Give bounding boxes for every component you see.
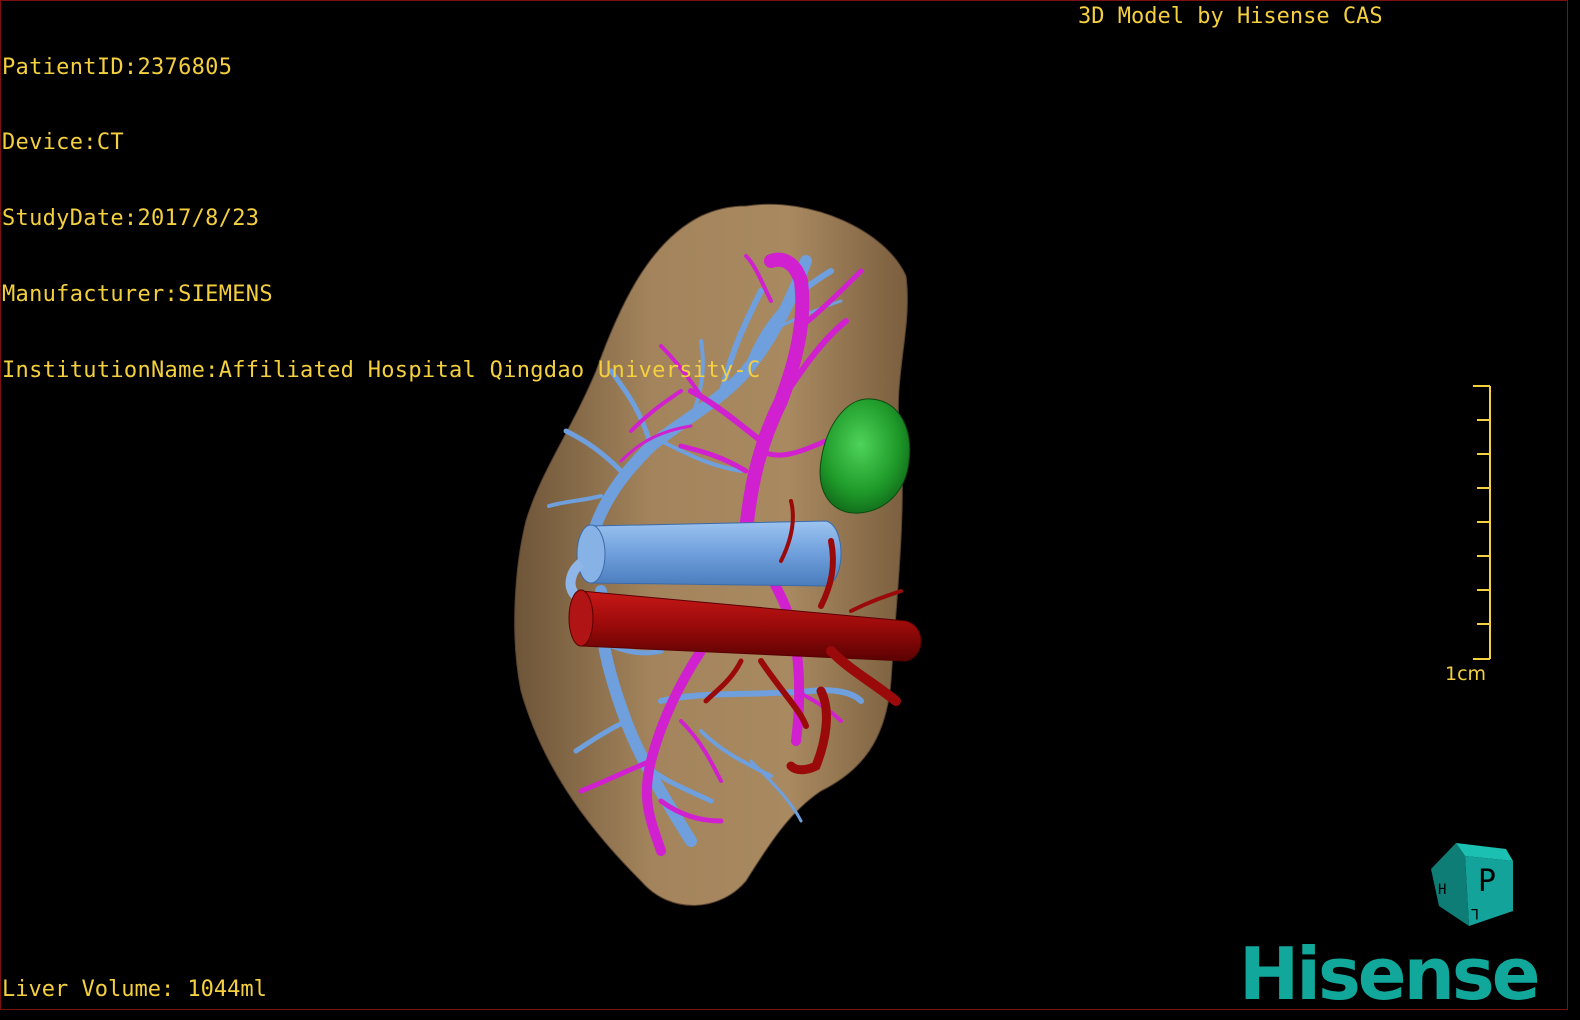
liver-volume: Liver Volume: 1044ml [2,977,267,1002]
institution-name: InstitutionName:Affiliated Hospital Qing… [2,358,761,384]
3d-viewport[interactable]: P H L PatientID:2376805 Device:CT StudyD… [0,0,1568,1010]
device: Device:CT [2,130,124,156]
manufacturer: Manufacturer:SIEMENS [2,282,273,308]
dicom-info-overlay: PatientID:2376805 Device:CT StudyDate:20… [2,4,761,434]
hisense-logo: Hisense [1239,932,1541,1010]
scale-bar-label: 1cm [1445,663,1487,685]
orientation-cube-icon[interactable]: P H L [1431,843,1513,926]
cube-face-letter: P [1478,864,1496,899]
cube-bottom-letter: L [1471,905,1479,921]
patient-id: PatientID:2376805 [2,54,233,80]
scale-bar [1473,385,1491,660]
model-credit: 3D Model by Hisense CAS [1078,4,1383,29]
study-date: StudyDate:2017/8/23 [2,206,260,232]
cube-side-letter: H [1438,882,1446,898]
